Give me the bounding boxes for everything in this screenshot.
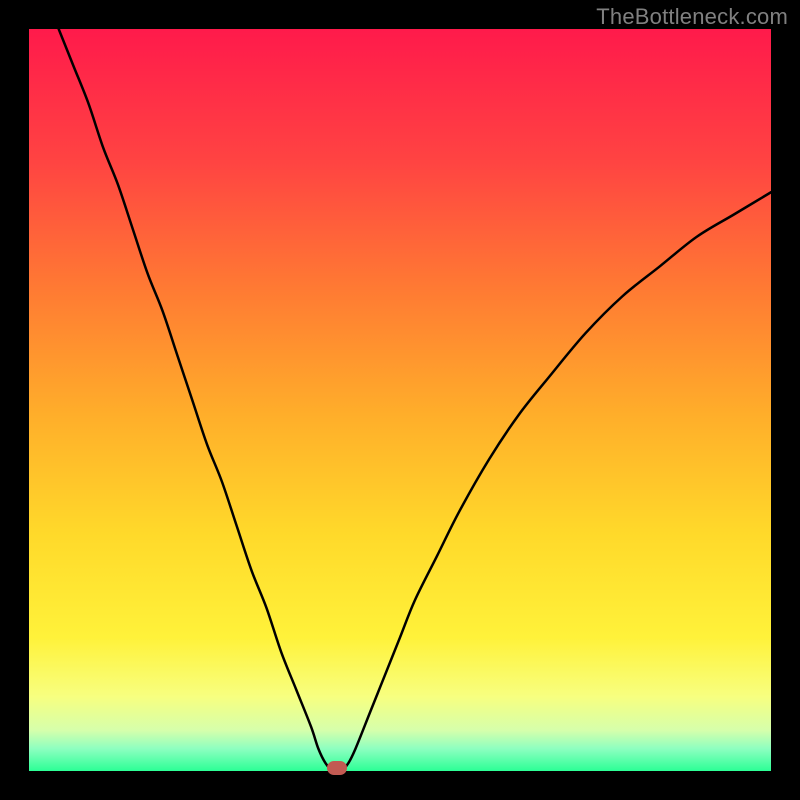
chart-frame: TheBottleneck.com [0,0,800,800]
chart-svg [29,29,771,771]
watermark-label: TheBottleneck.com [596,4,788,30]
plot-area [29,29,771,771]
minimum-marker-icon [327,761,347,775]
gradient-background [29,29,771,771]
